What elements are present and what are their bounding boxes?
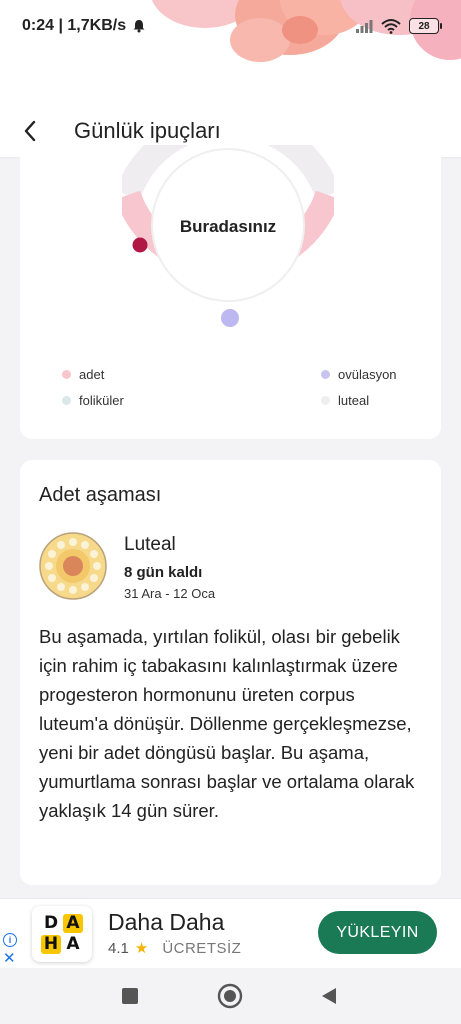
legend-item-follicular: foliküler <box>62 393 124 408</box>
cycle-ring <box>122 145 334 330</box>
home-circle-icon <box>217 983 243 1009</box>
ad-rating: 4.1 <box>108 939 129 957</box>
page-title: Günlük ipuçları <box>74 118 221 143</box>
cycle-card: Buradasınız adet ovülasyon foliküler lut… <box>20 145 441 439</box>
ad-price: ÜCRETSİZ <box>162 939 242 957</box>
ad-meta: 4.1 ★ ÜCRETSİZ <box>108 939 242 958</box>
back-nav-button[interactable] <box>315 982 343 1010</box>
legend-dot-ovulation <box>321 370 330 379</box>
status-time: 0:24 | 1,7KB/s <box>22 17 127 34</box>
legend-item-ovulation: ovülasyon <box>321 367 397 382</box>
phase-card: Adet aşaması Luteal 8 gün kaldı 31 Ara -… <box>20 460 441 885</box>
ovulation-marker-inner <box>221 309 239 327</box>
legend-dot-follicular <box>62 396 71 405</box>
you-are-here-label: Buradasınız <box>179 217 277 236</box>
ad-info-icon[interactable]: i <box>3 933 17 947</box>
legend-dot-luteal <box>321 396 330 405</box>
back-arrow-icon <box>24 120 36 142</box>
logo-letter: A <box>63 914 83 933</box>
ad-banner[interactable]: i ✕ D A H A Daha Daha 4.1 ★ ÜCRETSİZ YÜK… <box>0 898 461 968</box>
logo-letter: D <box>43 913 59 933</box>
cycle-legend: adet ovülasyon foliküler luteal <box>62 367 422 427</box>
triangle-back-icon <box>322 988 336 1004</box>
legend-item-luteal: luteal <box>321 393 369 408</box>
legend-item-period: adet <box>62 367 104 382</box>
notification-bell-icon <box>133 20 145 33</box>
current-position-marker <box>132 237 148 253</box>
phase-days-left: 8 gün kaldı <box>124 564 203 581</box>
home-button[interactable] <box>216 982 244 1010</box>
install-button[interactable]: YÜKLEYIN <box>318 911 437 954</box>
ad-app-name: Daha Daha <box>108 909 225 935</box>
legend-dot-period <box>62 370 71 379</box>
signal-icon <box>356 20 373 33</box>
phase-date-range: 31 Ara - 12 Oca <box>124 586 216 601</box>
system-nav-bar <box>0 968 461 1024</box>
battery-indicator: 28 <box>409 18 442 34</box>
wifi-icon <box>381 19 401 34</box>
square-icon <box>122 988 138 1004</box>
status-bar: 0:24 | 1,7KB/s 28 <box>0 0 461 52</box>
recent-apps-button[interactable] <box>116 982 144 1010</box>
ad-close-icon[interactable]: ✕ <box>3 949 16 967</box>
legend-label: ovülasyon <box>338 367 397 382</box>
top-area: 0:24 | 1,7KB/s 28 Günlük ipuçları <box>0 0 461 158</box>
luteal-phase-icon <box>39 532 107 600</box>
phase-section-title: Adet aşaması <box>39 484 162 506</box>
legend-label: foliküler <box>79 393 124 408</box>
legend-label: luteal <box>338 393 370 408</box>
logo-letter: H <box>41 935 61 954</box>
legend-label: adet <box>79 367 105 382</box>
ad-app-logo: D A H A <box>32 906 92 962</box>
star-icon: ★ <box>134 940 149 957</box>
phase-name: Luteal <box>124 534 176 555</box>
logo-letter: A <box>66 934 80 954</box>
phase-description: Bu aşamada, yırtılan folikül, olası bir … <box>39 626 415 821</box>
